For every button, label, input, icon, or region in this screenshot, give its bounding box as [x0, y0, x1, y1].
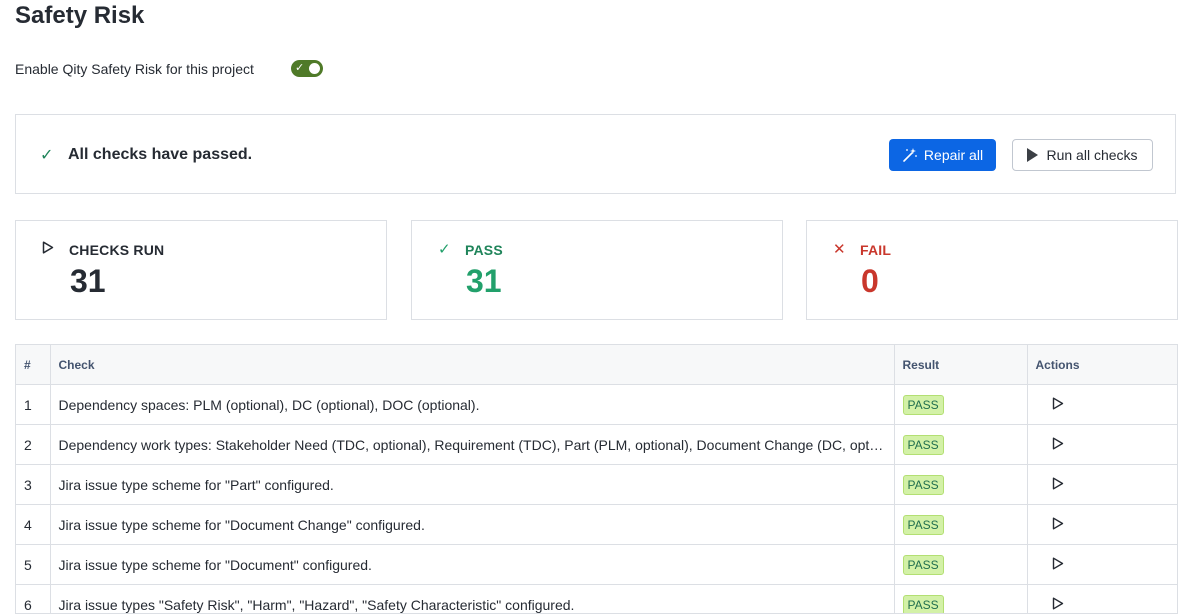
- row-number: 5: [16, 545, 50, 585]
- row-actions: [1027, 385, 1177, 425]
- fail-card: ✕ FAIL 0: [806, 220, 1178, 320]
- row-actions: [1027, 425, 1177, 465]
- row-number: 6: [16, 585, 50, 614]
- row-check: Dependency spaces: PLM (optional), DC (o…: [50, 385, 894, 425]
- run-check-button[interactable]: [1052, 437, 1064, 450]
- row-number: 3: [16, 465, 50, 505]
- row-result: PASS: [894, 505, 1027, 545]
- row-result: PASS: [894, 465, 1027, 505]
- row-check: Dependency work types: Stakeholder Need …: [50, 425, 894, 465]
- table-row: 2 Dependency work types: Stakeholder Nee…: [16, 425, 1177, 465]
- row-check: Jira issue type scheme for "Document" co…: [50, 545, 894, 585]
- fail-value: 0: [861, 263, 879, 300]
- pass-badge: PASS: [903, 435, 944, 455]
- pass-badge: PASS: [903, 475, 944, 495]
- run-check-button[interactable]: [1052, 397, 1064, 410]
- run-check-button[interactable]: [1052, 477, 1064, 490]
- table-row: 1 Dependency spaces: PLM (optional), DC …: [16, 385, 1177, 425]
- pass-value: 31: [466, 263, 502, 300]
- table-row: 4 Jira issue type scheme for "Document C…: [16, 505, 1177, 545]
- pass-badge: PASS: [903, 395, 944, 415]
- pass-badge: PASS: [903, 555, 944, 575]
- enable-toggle[interactable]: ✓: [291, 60, 323, 77]
- magic-wand-icon: [902, 147, 918, 163]
- table-row: 5 Jira issue type scheme for "Document" …: [16, 545, 1177, 585]
- play-outline-icon: [42, 241, 54, 254]
- table-row: 6 Jira issue types "Safety Risk", "Harm"…: [16, 585, 1177, 614]
- checks-run-value: 31: [70, 263, 106, 300]
- toggle-check-icon: ✓: [295, 61, 304, 76]
- checks-run-card: CHECKS RUN 31: [15, 220, 387, 320]
- play-icon: [1027, 148, 1038, 162]
- row-result: PASS: [894, 425, 1027, 465]
- row-result: PASS: [894, 585, 1027, 614]
- run-check-button[interactable]: [1052, 597, 1064, 610]
- row-actions: [1027, 545, 1177, 585]
- row-check: Jira issue type scheme for "Part" config…: [50, 465, 894, 505]
- row-actions: [1027, 505, 1177, 545]
- row-check: Jira issue type scheme for "Document Cha…: [50, 505, 894, 545]
- page-title: Safety Risk: [15, 2, 144, 30]
- row-result: PASS: [894, 385, 1027, 425]
- toggle-knob: [309, 63, 320, 74]
- row-number: 2: [16, 425, 50, 465]
- run-check-button[interactable]: [1052, 557, 1064, 570]
- row-check: Jira issue types "Safety Risk", "Harm", …: [50, 585, 894, 614]
- header-check: Check: [50, 345, 894, 385]
- row-actions: [1027, 465, 1177, 505]
- x-icon: ✕: [833, 240, 846, 258]
- status-panel: ✓ All checks have passed. Repair all Run…: [15, 114, 1176, 194]
- checks-table: # Check Result Actions 1 Dependency spac…: [15, 344, 1178, 614]
- checks-run-label: CHECKS RUN: [69, 242, 164, 258]
- run-check-button[interactable]: [1052, 517, 1064, 530]
- table-row: 3 Jira issue type scheme for "Part" conf…: [16, 465, 1177, 505]
- success-check-icon: ✓: [40, 145, 53, 165]
- row-actions: [1027, 585, 1177, 614]
- run-all-checks-label: Run all checks: [1046, 147, 1137, 163]
- pass-badge: PASS: [903, 595, 944, 614]
- pass-badge: PASS: [903, 515, 944, 535]
- header-actions: Actions: [1027, 345, 1177, 385]
- table-header-row: # Check Result Actions: [16, 345, 1177, 385]
- row-number: 4: [16, 505, 50, 545]
- fail-label: FAIL: [860, 242, 891, 258]
- repair-all-label: Repair all: [924, 147, 983, 163]
- pass-label: PASS: [465, 242, 503, 258]
- check-icon: ✓: [438, 240, 451, 258]
- row-number: 1: [16, 385, 50, 425]
- row-result: PASS: [894, 545, 1027, 585]
- run-all-checks-button[interactable]: Run all checks: [1012, 139, 1153, 171]
- enable-setting-label: Enable Qity Safety Risk for this project: [15, 61, 254, 77]
- pass-card: ✓ PASS 31: [411, 220, 783, 320]
- header-number: #: [16, 345, 50, 385]
- header-result: Result: [894, 345, 1027, 385]
- status-message: All checks have passed.: [68, 146, 252, 164]
- enable-setting-row: Enable Qity Safety Risk for this project: [15, 58, 254, 80]
- repair-all-button[interactable]: Repair all: [889, 139, 996, 171]
